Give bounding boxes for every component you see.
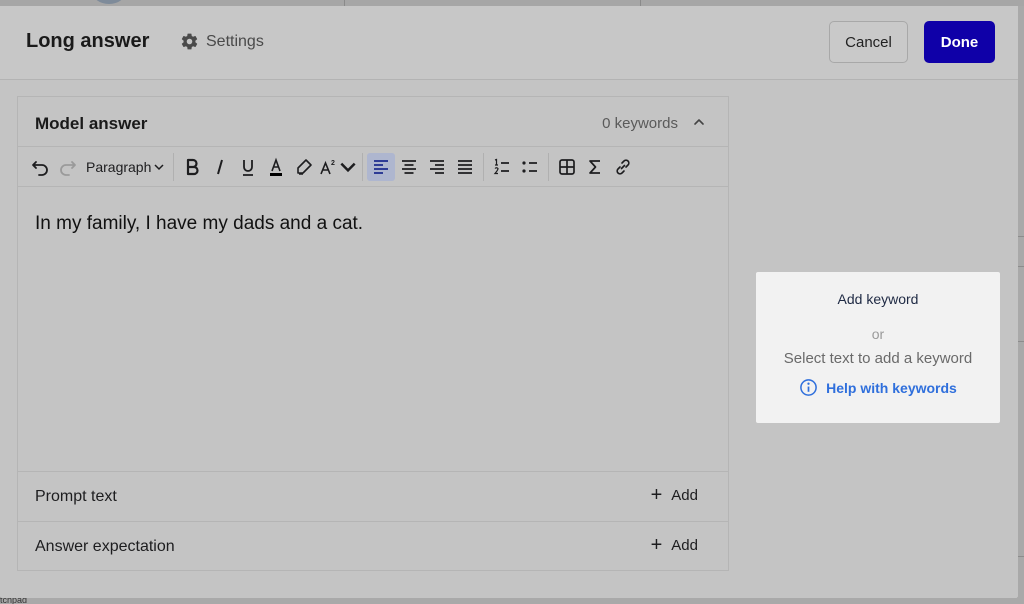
undo-button[interactable] (26, 153, 54, 181)
backdrop-divider (1018, 266, 1024, 267)
done-button[interactable]: Done (924, 21, 995, 63)
or-separator: or (871, 326, 885, 342)
italic-button[interactable] (206, 153, 234, 181)
toolbar-divider (483, 152, 485, 181)
toolbar-divider (548, 152, 550, 181)
cancel-button[interactable]: Cancel (829, 21, 908, 63)
bold-button[interactable] (178, 153, 206, 181)
add-label: Add (671, 486, 698, 504)
highlight-button[interactable] (290, 153, 318, 181)
backdrop-divider (1018, 236, 1024, 237)
align-right-button[interactable] (423, 153, 451, 181)
chevron-down-icon (340, 162, 356, 172)
align-right-icon (430, 159, 445, 174)
answer-expectation-label: Answer expectation (35, 538, 175, 555)
plus-icon: + (650, 484, 663, 506)
keyword-count: 0 keywords (602, 115, 678, 132)
align-center-button[interactable] (395, 153, 423, 181)
settings-button[interactable]: Settings (180, 32, 264, 51)
bullet-list-icon (522, 160, 538, 173)
prompt-text-row: Prompt text + Add (18, 471, 728, 521)
backdrop-bottom (0, 598, 1024, 604)
backdrop-divider (1018, 341, 1024, 342)
modal-header: Long answer Settings Cancel Done (0, 6, 1018, 80)
underline-icon (243, 159, 254, 176)
font-color-button[interactable] (262, 153, 290, 181)
superscript-label: 2 (331, 160, 335, 167)
link-icon (616, 158, 630, 175)
model-answer-text: In my family, I have my dads and a cat. (35, 213, 364, 234)
model-answer-header: Model answer 0 keywords (18, 97, 728, 147)
modal-title: Long answer (26, 30, 150, 52)
block-format-select[interactable]: Paragraph (82, 159, 169, 175)
toolbar-divider (173, 152, 175, 181)
backdrop-right (1018, 6, 1024, 604)
select-text-hint: Select text to add a keyword (783, 350, 973, 367)
align-justify-button[interactable] (451, 153, 479, 181)
numbered-list-button[interactable] (488, 153, 516, 181)
insert-link-button[interactable] (609, 153, 637, 181)
prompt-text-label: Prompt text (35, 488, 117, 505)
insert-equation-button[interactable] (581, 153, 609, 181)
sigma-icon (589, 159, 601, 174)
insert-table-button[interactable] (553, 153, 581, 181)
keyword-card: Add keyword or Select text to add a keyw… (756, 272, 1000, 423)
undo-icon (32, 160, 48, 176)
long-answer-modal: Long answer Settings Cancel Done Model a… (0, 6, 1018, 598)
info-icon (800, 379, 818, 396)
settings-label: Settings (206, 32, 264, 50)
align-left-icon (374, 159, 389, 174)
underline-button[interactable] (234, 153, 262, 181)
table-icon (559, 158, 576, 175)
redo-icon (60, 160, 76, 176)
add-keyword-button[interactable]: Add keyword (756, 291, 1000, 307)
editor-toolbar: Paragraph 2 (18, 147, 728, 187)
add-label: Add (671, 536, 698, 554)
italic-icon (217, 159, 224, 174)
help-with-keywords-label: Help with keywords (826, 379, 957, 396)
numbered-list-icon (494, 158, 510, 174)
highlight-icon (297, 158, 313, 175)
bullet-list-button[interactable] (516, 153, 544, 181)
superscript-button[interactable]: 2 (318, 153, 358, 181)
plus-icon: + (650, 534, 663, 556)
add-answer-expectation-button[interactable]: + Add (650, 534, 698, 556)
align-center-icon (402, 159, 417, 174)
redo-button[interactable] (54, 153, 82, 181)
add-prompt-text-button[interactable]: + Add (650, 484, 698, 506)
align-justify-icon (458, 159, 473, 174)
model-answer-editor[interactable]: In my family, I have my dads and a cat. (18, 188, 728, 471)
toolbar-divider (362, 152, 364, 181)
answer-expectation-row: Answer expectation + Add (18, 521, 728, 571)
align-left-button[interactable] (367, 152, 396, 181)
gear-icon (181, 33, 198, 50)
block-format-value: Paragraph (86, 158, 152, 175)
model-answer-title: Model answer (35, 114, 148, 133)
help-with-keywords-link[interactable]: Help with keywords (756, 378, 1000, 397)
superscript-icon: 2 (320, 160, 335, 174)
chevron-up-icon[interactable] (692, 115, 706, 129)
font-color-icon (270, 157, 283, 176)
bold-icon (187, 158, 199, 175)
model-answer-panel: Model answer 0 keywords Paragraph 2 In m… (17, 96, 729, 571)
backdrop-divider (1018, 556, 1024, 557)
chevron-down-icon (154, 163, 164, 170)
